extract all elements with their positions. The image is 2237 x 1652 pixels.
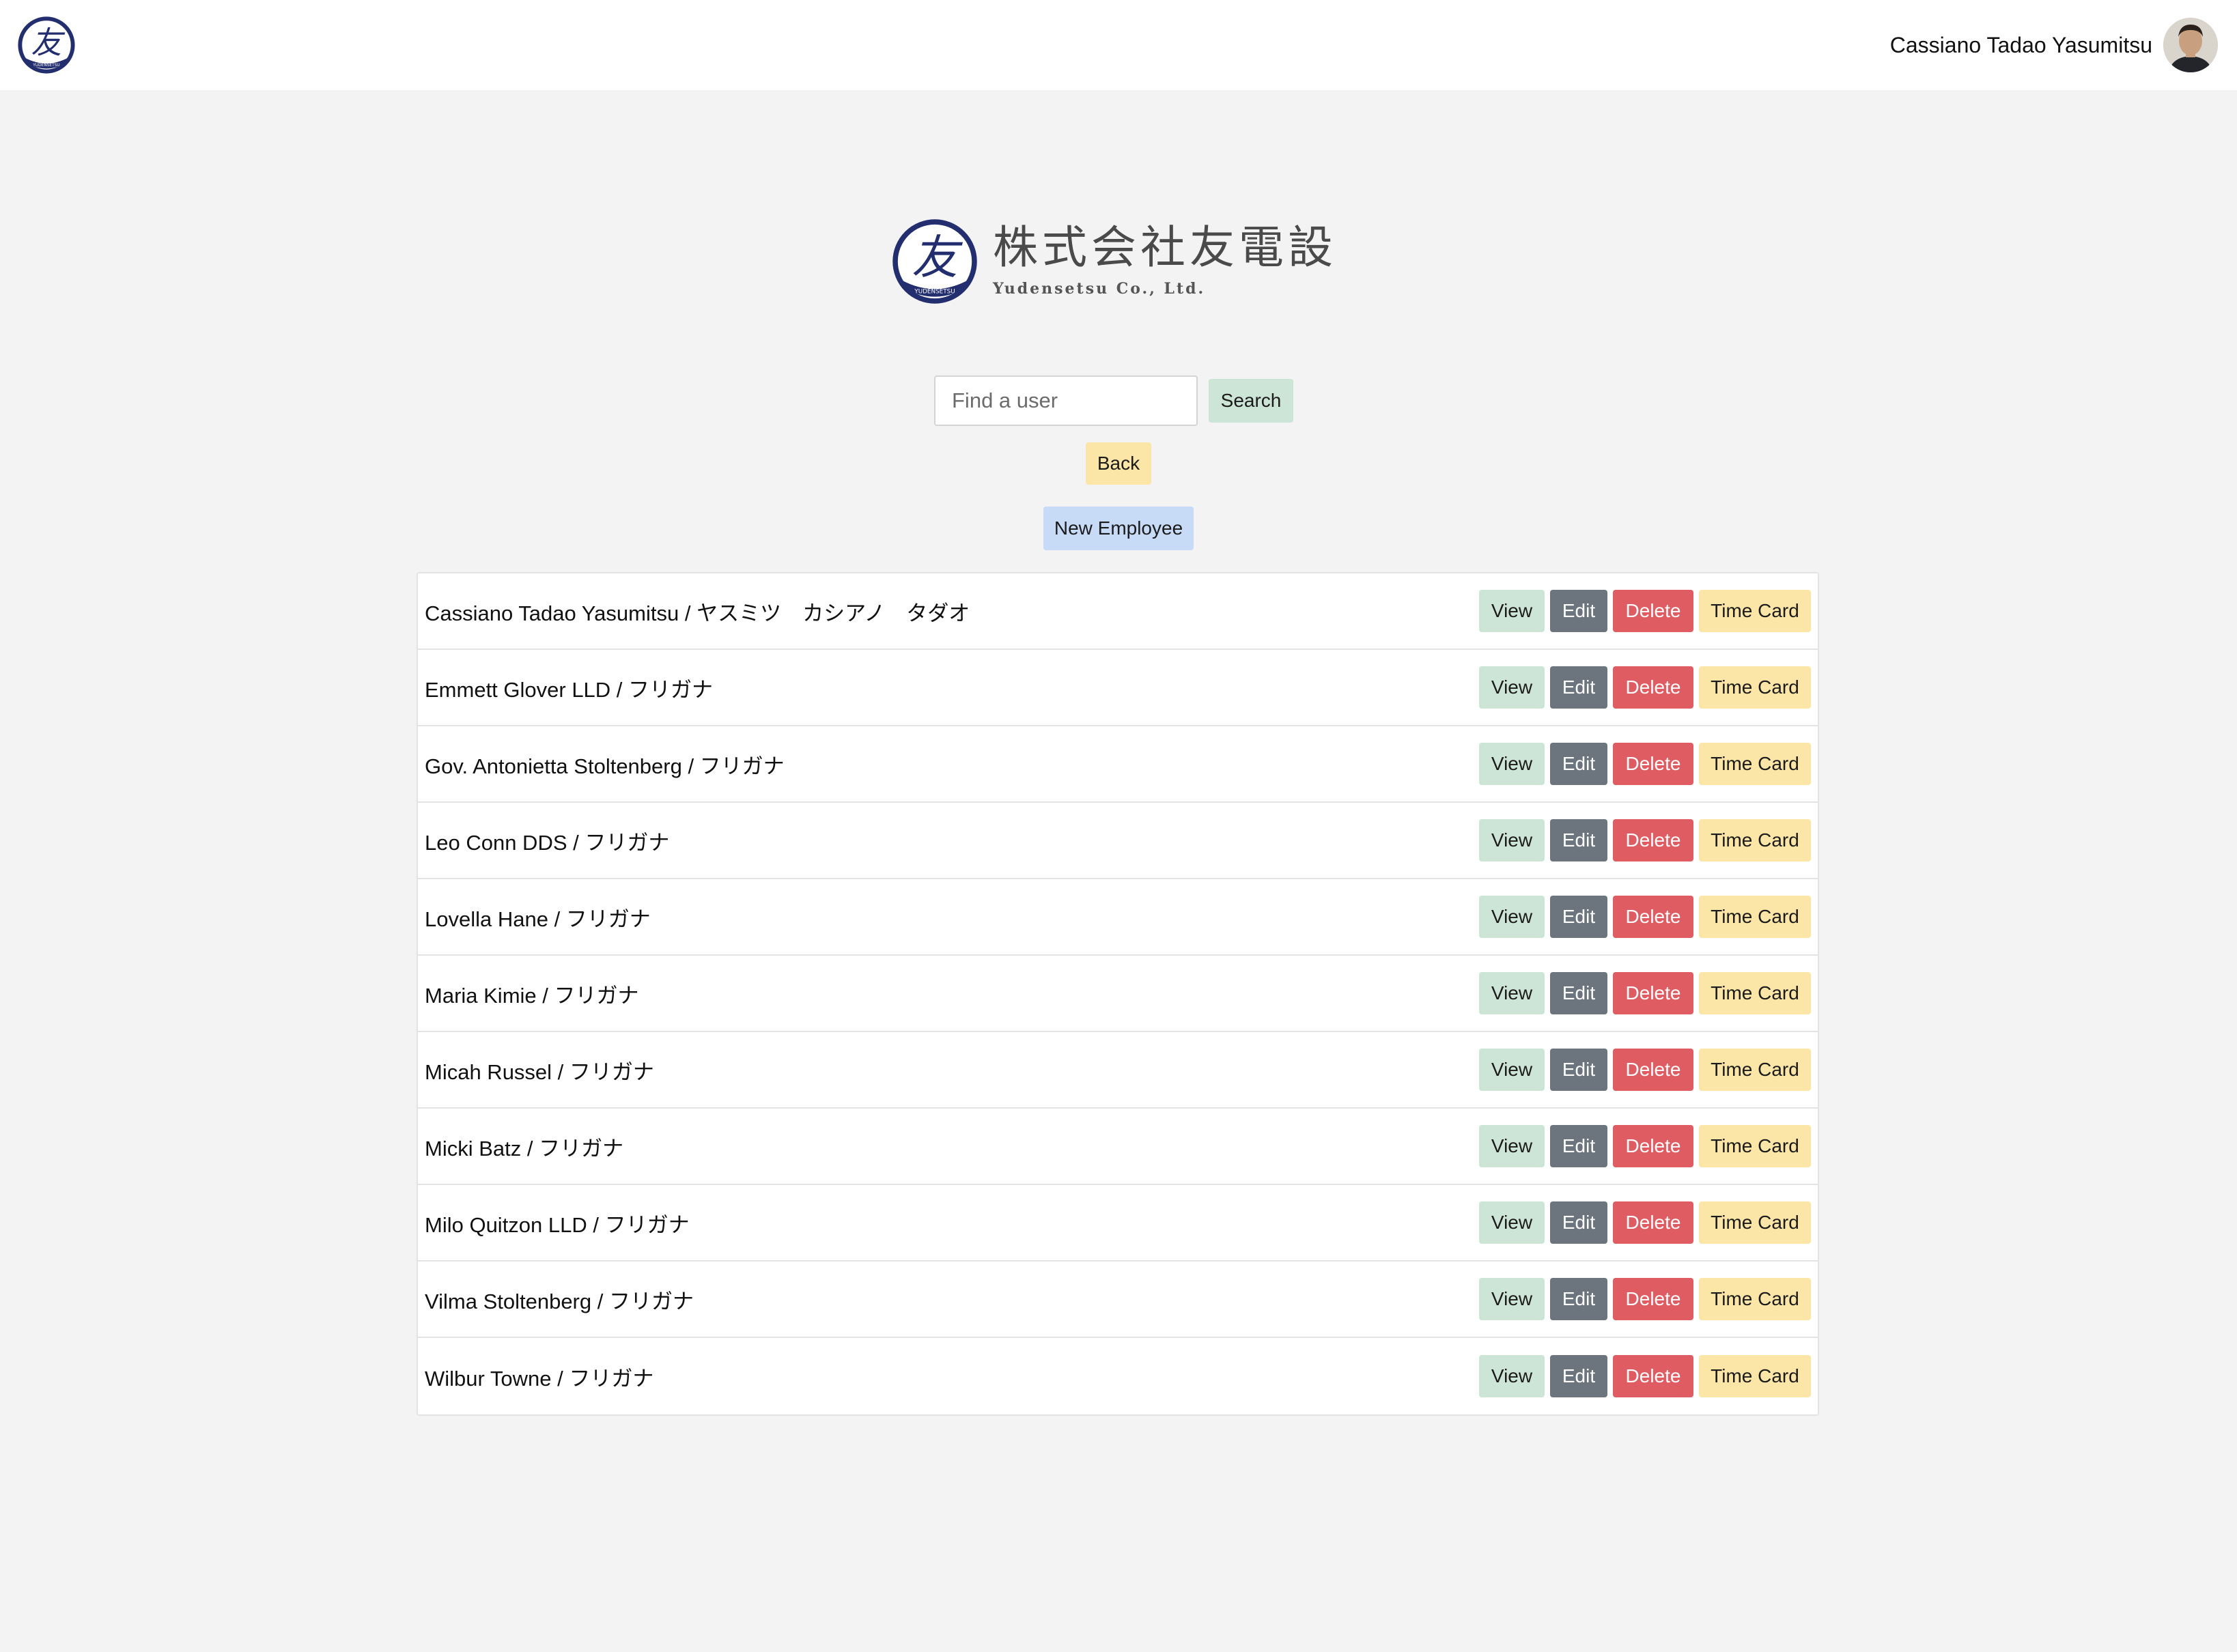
view-button[interactable]: View: [1479, 666, 1545, 709]
edit-button[interactable]: Edit: [1550, 1201, 1607, 1244]
employee-name: Vilma Stoltenberg / フリガナ: [425, 1289, 694, 1313]
delete-button[interactable]: Delete: [1613, 896, 1693, 938]
view-button[interactable]: View: [1479, 1278, 1545, 1320]
edit-button[interactable]: Edit: [1550, 1355, 1607, 1397]
search-input[interactable]: [934, 375, 1198, 426]
delete-button[interactable]: Delete: [1613, 1278, 1693, 1320]
employee-name: Maria Kimie / フリガナ: [425, 983, 639, 1008]
employee-name: Micah Russel / フリガナ: [425, 1059, 654, 1084]
brand-text: 株式会社友電設 Yudensetsu Co., Ltd.: [993, 225, 1337, 298]
search-form: Search: [934, 375, 1293, 426]
view-button[interactable]: View: [1479, 743, 1545, 785]
view-button[interactable]: View: [1479, 590, 1545, 632]
delete-button[interactable]: Delete: [1613, 666, 1693, 709]
svg-text:YUDENSETSU: YUDENSETSU: [32, 63, 59, 68]
employee-name: Gov. Antonietta Stoltenberg / フリガナ: [425, 754, 785, 778]
row-actions: View Edit Delete Time Card: [1474, 1355, 1811, 1397]
edit-button[interactable]: Edit: [1550, 666, 1607, 709]
row-actions: View Edit Delete Time Card: [1474, 590, 1811, 632]
view-button[interactable]: View: [1479, 1125, 1545, 1167]
company-logo-icon[interactable]: 友 YUDENSETSU: [18, 16, 75, 74]
user-name[interactable]: Cassiano Tadao Yasumitsu: [1890, 33, 2152, 58]
back-button[interactable]: Back: [1086, 442, 1151, 485]
employee-row: Wilbur Towne / フリガナ View Edit Delete Time Ca…: [418, 1338, 1818, 1414]
row-actions: View Edit Delete Time Card: [1474, 743, 1811, 785]
edit-button[interactable]: Edit: [1550, 590, 1607, 632]
edit-button[interactable]: Edit: [1550, 1049, 1607, 1091]
delete-button[interactable]: Delete: [1613, 1125, 1693, 1167]
edit-button[interactable]: Edit: [1550, 1278, 1607, 1320]
view-button[interactable]: View: [1479, 819, 1545, 861]
avatar[interactable]: [2163, 18, 2218, 72]
employee-name: Emmett Glover LLD / フリガナ: [425, 677, 714, 702]
employee-name: Micki Batz / フリガナ: [425, 1136, 624, 1160]
delete-button[interactable]: Delete: [1613, 972, 1693, 1014]
company-name-ja: 株式会社友電設: [993, 221, 1337, 274]
employee-row: Milo Quitzon LLD / フリガナ View Edit Delete Tim…: [418, 1185, 1818, 1262]
view-button[interactable]: View: [1479, 972, 1545, 1014]
svg-text:YUDENSETSU: YUDENSETSU: [914, 289, 955, 296]
view-button[interactable]: View: [1479, 1201, 1545, 1244]
row-actions: View Edit Delete Time Card: [1474, 1278, 1811, 1320]
delete-button[interactable]: Delete: [1613, 819, 1693, 861]
edit-button[interactable]: Edit: [1550, 819, 1607, 861]
search-button[interactable]: Search: [1209, 379, 1293, 423]
edit-button[interactable]: Edit: [1550, 896, 1607, 938]
time-card-button[interactable]: Time Card: [1699, 1201, 1811, 1244]
row-actions: View Edit Delete Time Card: [1474, 1049, 1811, 1091]
employee-row: Cassiano Tadao Yasumitsu / ヤスミツ カシアノ タダオ…: [418, 573, 1818, 650]
employee-row: Leo Conn DDS / フリガナ View Edit Delete Time Ca…: [418, 803, 1818, 879]
edit-button[interactable]: Edit: [1550, 743, 1607, 785]
view-button[interactable]: View: [1479, 896, 1545, 938]
employee-list: Cassiano Tadao Yasumitsu / ヤスミツ カシアノ タダオ…: [417, 572, 1819, 1416]
edit-button[interactable]: Edit: [1550, 972, 1607, 1014]
employee-name: Milo Quitzon LLD / フリガナ: [425, 1212, 690, 1237]
employee-row: Emmett Glover LLD / フリガナ View Edit Delete Ti…: [418, 650, 1818, 726]
employee-row: Micah Russel / フリガナ View Edit Delete Time Ca…: [418, 1032, 1818, 1109]
delete-button[interactable]: Delete: [1613, 1201, 1693, 1244]
company-brand: 友 YUDENSETSU 株式会社友電設 Yudensetsu Co., Ltd…: [892, 217, 1342, 306]
delete-button[interactable]: Delete: [1613, 1355, 1693, 1397]
user-menu[interactable]: Cassiano Tadao Yasumitsu: [1890, 16, 2218, 74]
delete-button[interactable]: Delete: [1613, 743, 1693, 785]
row-actions: View Edit Delete Time Card: [1474, 896, 1811, 938]
time-card-button[interactable]: Time Card: [1699, 666, 1811, 709]
employee-row: Maria Kimie / フリガナ View Edit Delete Time Car…: [418, 956, 1818, 1032]
edit-button[interactable]: Edit: [1550, 1125, 1607, 1167]
delete-button[interactable]: Delete: [1613, 590, 1693, 632]
company-name-en: Yudensetsu Co., Ltd.: [993, 280, 1206, 298]
time-card-button[interactable]: Time Card: [1699, 819, 1811, 861]
employee-name: Leo Conn DDS / フリガナ: [425, 830, 670, 855]
time-card-button[interactable]: Time Card: [1699, 1049, 1811, 1091]
employee-row: Micki Batz / フリガナ View Edit Delete Time Card: [418, 1109, 1818, 1185]
row-actions: View Edit Delete Time Card: [1474, 1201, 1811, 1244]
employee-name: Wilbur Towne / フリガナ: [425, 1366, 654, 1391]
svg-text:友: 友: [31, 25, 65, 61]
svg-text:友: 友: [912, 231, 963, 285]
time-card-button[interactable]: Time Card: [1699, 1278, 1811, 1320]
time-card-button[interactable]: Time Card: [1699, 1125, 1811, 1167]
delete-button[interactable]: Delete: [1613, 1049, 1693, 1091]
time-card-button[interactable]: Time Card: [1699, 590, 1811, 632]
top-bar: 友 YUDENSETSU Cassiano Tadao Yasumitsu: [0, 0, 2237, 90]
time-card-button[interactable]: Time Card: [1699, 1355, 1811, 1397]
employee-name: Lovella Hane / フリガナ: [425, 907, 651, 931]
row-actions: View Edit Delete Time Card: [1474, 819, 1811, 861]
company-emblem-icon: 友 YUDENSETSU: [892, 219, 977, 304]
view-button[interactable]: View: [1479, 1355, 1545, 1397]
time-card-button[interactable]: Time Card: [1699, 743, 1811, 785]
row-actions: View Edit Delete Time Card: [1474, 1125, 1811, 1167]
employee-row: Lovella Hane / フリガナ View Edit Delete Time Ca…: [418, 879, 1818, 956]
employee-row: Gov. Antonietta Stoltenberg / フリガナ View Ed…: [418, 726, 1818, 803]
row-actions: View Edit Delete Time Card: [1474, 972, 1811, 1014]
time-card-button[interactable]: Time Card: [1699, 896, 1811, 938]
employee-row: Vilma Stoltenberg / フリガナ View Edit Delete Ti…: [418, 1262, 1818, 1338]
employee-name: Cassiano Tadao Yasumitsu / ヤスミツ カシアノ タダオ: [425, 601, 970, 625]
new-employee-button[interactable]: New Employee: [1043, 507, 1194, 550]
time-card-button[interactable]: Time Card: [1699, 972, 1811, 1014]
view-button[interactable]: View: [1479, 1049, 1545, 1091]
row-actions: View Edit Delete Time Card: [1474, 666, 1811, 709]
